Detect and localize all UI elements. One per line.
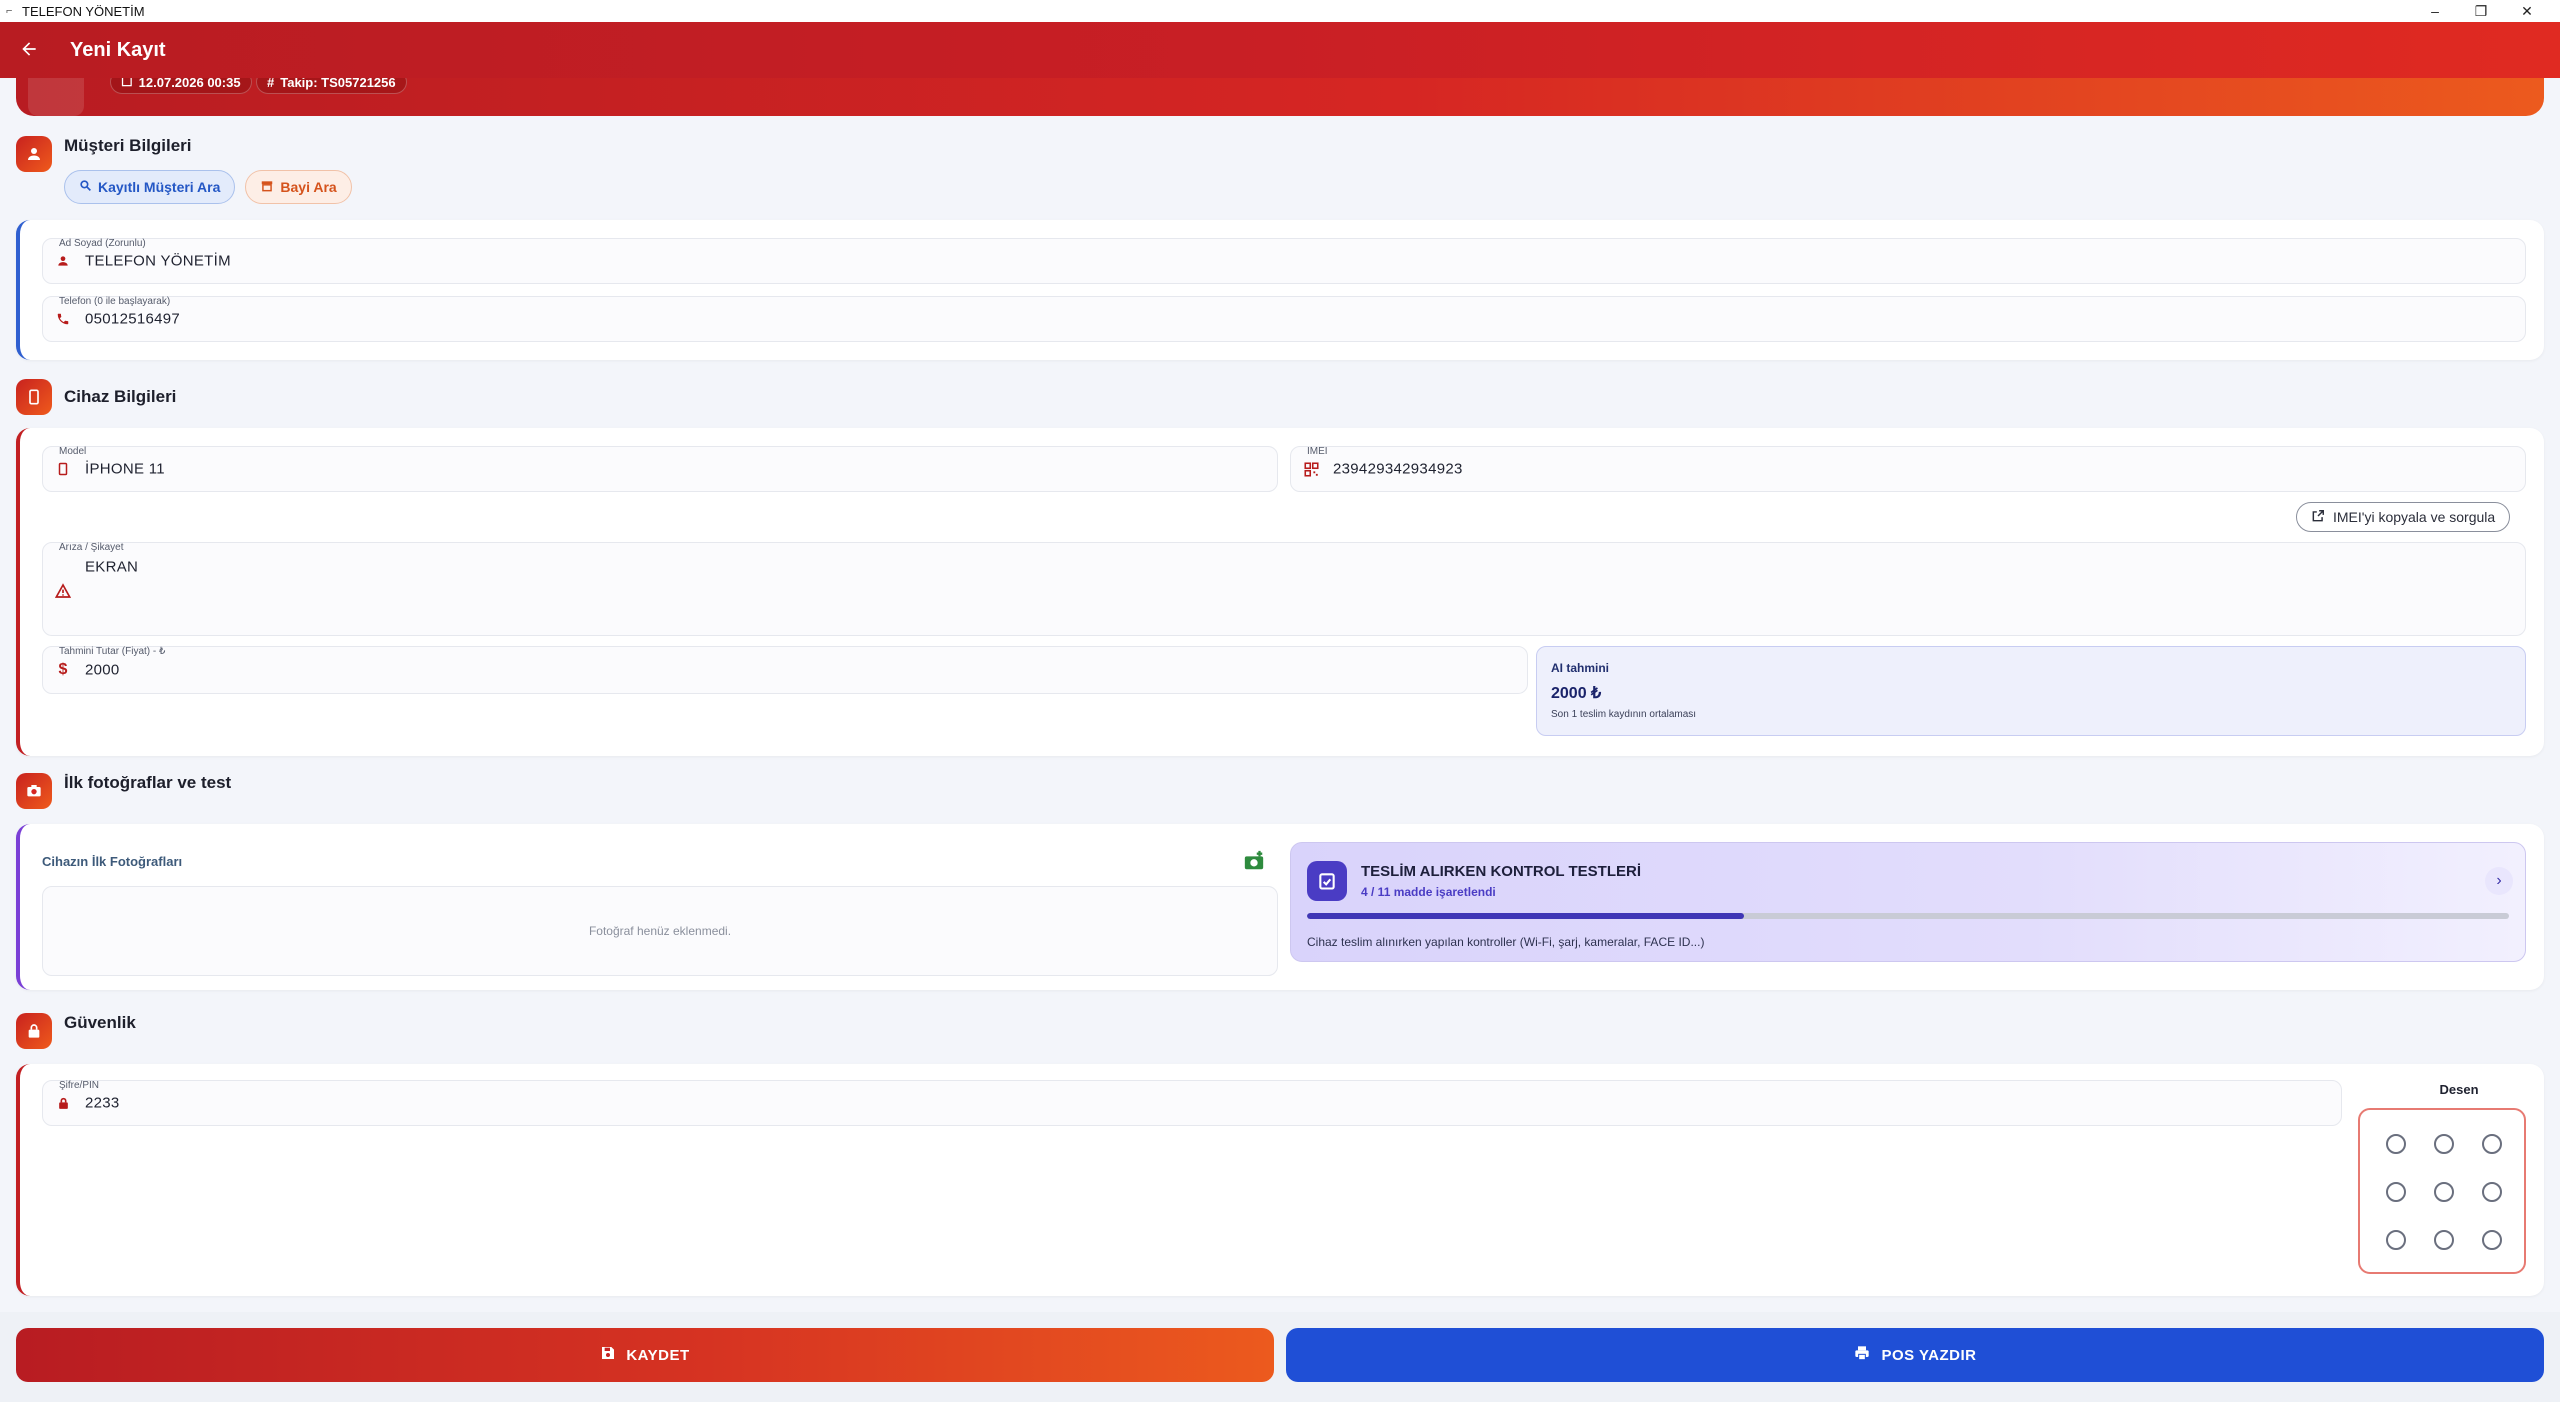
close-icon[interactable]: ✕ <box>2504 0 2550 22</box>
chevron-right-icon[interactable]: › <box>2485 867 2513 895</box>
pin-value: 2233 <box>85 1094 120 1112</box>
photos-title: Cihazın İlk Fotoğrafları <box>42 854 183 869</box>
photos-empty-text: Fotoğraf henüz eklenmedi. <box>588 924 732 938</box>
printer-icon <box>1853 1345 1871 1365</box>
search-dealer-button[interactable]: Bayi Ara <box>245 170 352 204</box>
security-section-title: Güvenlik <box>64 1013 136 1032</box>
checks-panel[interactable]: TESLİM ALIRKEN KONTROL TESTLERİ 4 / 11 m… <box>1290 842 2526 962</box>
pos-print-button[interactable]: POS YAZDIR <box>1286 1328 2544 1382</box>
ai-estimate-note: Son 1 teslim kaydının ortalaması <box>1551 709 1697 720</box>
name-label: Ad Soyad (Zorunlu) <box>59 238 146 249</box>
pin-field[interactable]: Şifre/PIN 2233 <box>42 1080 2342 1126</box>
checks-title: TESLİM ALIRKEN KONTROL TESTLERİ <box>1361 863 1641 880</box>
name-value: TELEFON YÖNETİM <box>85 252 231 270</box>
pattern-dot[interactable] <box>2482 1230 2502 1250</box>
add-photo-icon[interactable] <box>1242 850 1266 877</box>
price-label: Tahmini Tutar (Fiyat) - ₺ <box>59 646 166 657</box>
model-value: İPHONE 11 <box>85 460 165 478</box>
person-icon <box>55 253 71 269</box>
search-customer-button[interactable]: Kayıtlı Müşteri Ara <box>64 170 236 204</box>
phone-value: 05012516497 <box>85 310 181 328</box>
page-title: Yeni Kayıt <box>70 38 166 61</box>
ai-estimate-value: 2000 ₺ <box>1551 685 1602 702</box>
pattern-dot[interactable] <box>2482 1182 2502 1202</box>
imei-value: 239429342934923 <box>1333 460 1463 478</box>
checklist-icon <box>1307 861 1347 901</box>
customer-section-header: Müşteri Bilgileri <box>16 136 192 172</box>
photo-card: Cihazın İlk Fotoğrafları Fotoğraf henüz … <box>16 824 2544 990</box>
save-label: KAYDET <box>626 1346 690 1364</box>
phone-field[interactable]: Telefon (0 ile başlayarak) 05012516497 <box>42 296 2526 342</box>
phone-label: Telefon (0 ile başlayarak) <box>59 296 171 307</box>
pattern-dot[interactable] <box>2482 1134 2502 1154</box>
save-button[interactable]: KAYDET <box>16 1328 1274 1382</box>
qr-code-icon <box>1303 461 1319 477</box>
imei-query-button[interactable]: IMEI'yi kopyala ve sorgula <box>2296 502 2511 532</box>
camera-icon <box>16 773 52 809</box>
device-card: Model İPHONE 11 IMEI 239429342934923 IME… <box>16 428 2544 756</box>
device-section-title: Cihaz Bilgileri <box>64 387 177 406</box>
price-field[interactable]: Tahmini Tutar (Fiyat) - ₺ $ 2000 <box>42 646 1528 694</box>
checks-description: Cihaz teslim alınırken yapılan kontrolle… <box>1307 935 1705 949</box>
model-field[interactable]: Model İPHONE 11 <box>42 446 1278 492</box>
store-icon <box>260 179 274 196</box>
pattern-grid[interactable] <box>2358 1108 2526 1274</box>
lock-icon <box>16 1013 52 1049</box>
app-icon: ⌐ <box>6 5 13 17</box>
fault-value: EKRAN <box>85 558 139 576</box>
photos-empty-area[interactable]: Fotoğraf henüz eklenmedi. <box>42 886 1278 976</box>
security-section-header: Güvenlik <box>16 1013 136 1049</box>
print-label: POS YAZDIR <box>1881 1346 1977 1364</box>
dollar-icon: $ <box>58 661 68 678</box>
action-bar: KAYDET POS YAZDIR <box>0 1312 2560 1402</box>
restore-icon[interactable]: ❐ <box>2458 0 2504 22</box>
window-titlebar: ⌐ TELEFON YÖNETİM – ❐ ✕ <box>0 0 2560 22</box>
person-icon <box>16 136 52 172</box>
photo-section-title: İlk fotoğraflar ve test <box>64 773 232 792</box>
minimize-icon[interactable]: – <box>2412 0 2458 22</box>
imei-field[interactable]: IMEI 239429342934923 <box>1290 446 2526 492</box>
customer-card: Ad Soyad (Zorunlu) TELEFON YÖNETİM Telef… <box>16 220 2544 360</box>
search-dealer-label: Bayi Ara <box>280 179 337 195</box>
window-title: TELEFON YÖNETİM <box>22 3 145 19</box>
fault-label: Arıza / Şikayet <box>59 542 124 553</box>
security-card: Şifre/PIN 2233 Desen <box>16 1064 2544 1296</box>
pattern-label: Desen <box>2439 1082 2479 1097</box>
search-customer-label: Kayıtlı Müşteri Ara <box>98 179 221 195</box>
checks-progress-text: 4 / 11 madde işaretlendi <box>1361 885 1496 899</box>
lock-icon <box>55 1095 71 1111</box>
pattern-dot[interactable] <box>2434 1182 2454 1202</box>
pattern-dot[interactable] <box>2434 1134 2454 1154</box>
app-bar: Yeni Kayıt <box>0 22 2560 78</box>
save-icon <box>600 1345 616 1365</box>
pattern-dot[interactable] <box>2386 1134 2406 1154</box>
model-label: Model <box>59 446 87 457</box>
price-value: 2000 <box>85 661 120 679</box>
pattern-dot[interactable] <box>2386 1230 2406 1250</box>
pin-label: Şifre/PIN <box>59 1080 100 1091</box>
imei-query-label: IMEI'yi kopyala ve sorgula <box>2333 509 2496 525</box>
customer-search-buttons: Kayıtlı Müşteri Ara Bayi Ara <box>64 170 352 204</box>
window-controls: – ❐ ✕ <box>2412 0 2550 22</box>
imei-label: IMEI <box>1307 446 1328 457</box>
device-section-header: Cihaz Bilgileri <box>16 379 176 415</box>
name-field[interactable]: Ad Soyad (Zorunlu) TELEFON YÖNETİM <box>42 238 2526 284</box>
search-icon <box>79 179 92 195</box>
external-link-icon <box>2311 509 2325 526</box>
ai-estimate-box: AI tahmini 2000 ₺ Son 1 teslim kaydının … <box>1536 646 2526 736</box>
ai-estimate-title: AI tahmini <box>1551 661 1610 675</box>
customer-section-title: Müşteri Bilgileri <box>64 136 192 155</box>
checks-progress-fill <box>1307 913 1745 919</box>
pattern-dot[interactable] <box>2386 1182 2406 1202</box>
photo-section-header: İlk fotoğraflar ve test <box>16 773 231 809</box>
pattern-dot[interactable] <box>2434 1230 2454 1250</box>
smartphone-icon <box>55 461 71 477</box>
phone-icon <box>55 311 71 327</box>
phone-device-icon <box>16 379 52 415</box>
fault-field[interactable]: Arıza / Şikayet EKRAN <box>42 542 2526 636</box>
warning-icon <box>55 583 71 599</box>
back-arrow-icon[interactable] <box>0 35 58 66</box>
checks-progress-track <box>1307 913 2509 919</box>
